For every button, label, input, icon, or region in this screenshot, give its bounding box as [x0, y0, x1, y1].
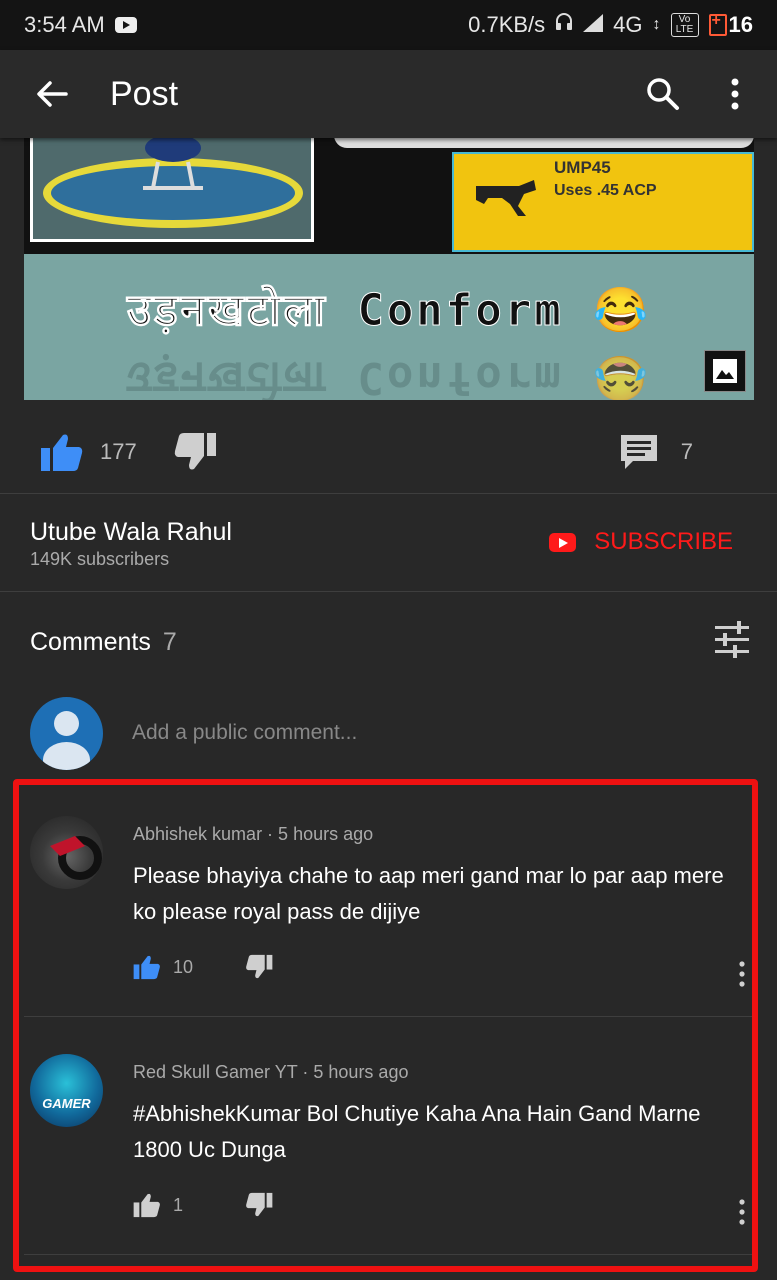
- arrow-left-icon: [37, 81, 68, 107]
- user-avatar: [30, 697, 103, 770]
- gun-icon: [476, 180, 536, 216]
- page-title: Post: [110, 74, 179, 113]
- add-comment-input[interactable]: Add a public comment...: [132, 721, 732, 745]
- comments-header: Comments 7: [30, 628, 177, 657]
- battery-icon: [708, 12, 727, 36]
- battery-level: 16: [728, 12, 753, 37]
- like-button[interactable]: 177: [40, 432, 137, 472]
- banner-text: उड़नखटोला Conform 😂: [126, 285, 652, 337]
- dislike-button[interactable]: [173, 432, 217, 472]
- more-options-button[interactable]: [707, 66, 763, 122]
- image-badge: [704, 350, 746, 392]
- comment-count: 7: [680, 438, 693, 464]
- youtube-notification-icon: [114, 17, 137, 33]
- comments-button[interactable]: 7: [619, 433, 693, 471]
- like-count: 177: [100, 438, 137, 464]
- network-type: 4G: [613, 12, 643, 37]
- headphones-icon: [555, 12, 573, 38]
- subscribe-label: SUBSCRIBE: [594, 528, 733, 555]
- signal-icon: [583, 12, 604, 38]
- search-icon: [647, 78, 679, 110]
- back-button[interactable]: [22, 64, 82, 124]
- status-time: 3:54 AM: [24, 12, 105, 37]
- comments-count: 7: [162, 628, 177, 656]
- add-comment-row: Add a public comment...: [30, 697, 750, 771]
- data-arrows-icon: ↕: [652, 16, 661, 33]
- search-button[interactable]: [635, 66, 691, 122]
- helicopter-thumbnail: [30, 138, 314, 242]
- post-actions: 177 7: [0, 410, 777, 494]
- channel-row: Utube Wala Rahul 149K subscribers SUBSCR…: [0, 494, 777, 592]
- image-top-area: UMP45 Uses .45 ACP: [24, 138, 754, 254]
- subscriber-count: 149K subscribers: [30, 549, 170, 569]
- comments-title: Comments: [30, 628, 151, 656]
- image-icon: [713, 359, 737, 383]
- tune-sliders-icon: [715, 621, 749, 658]
- more-vertical-icon: [731, 78, 739, 110]
- helicopter-icon: [143, 138, 203, 190]
- post-image[interactable]: UMP45 Uses .45 ACP उड़नखटोला Conform 😂 उ…: [24, 138, 754, 400]
- weapon-card: UMP45 Uses .45 ACP: [452, 152, 754, 252]
- banner-reflection: उड़नखटोला Conform 😂: [126, 352, 652, 400]
- comment-icon: [620, 434, 657, 469]
- status-bar: 3:54 AM 0.7KB/s 4G ↕ Vo LTE 16: [0, 0, 777, 50]
- network-speed: 0.7KB/s: [468, 12, 546, 37]
- thumbs-up-icon: [41, 434, 83, 471]
- youtube-logo-icon: [549, 532, 577, 552]
- channel-name[interactable]: Utube Wala Rahul: [30, 518, 232, 547]
- highlight-box: [13, 779, 758, 1272]
- image-searchbar-shape: [334, 138, 754, 148]
- sort-comments-button[interactable]: [713, 620, 751, 658]
- volte-icon: Vo LTE: [670, 13, 699, 37]
- subscribe-button[interactable]: SUBSCRIBE: [549, 528, 733, 556]
- thumbs-down-icon: [174, 432, 216, 469]
- app-bar: Post: [0, 50, 777, 138]
- weapon-name: UMP45: [554, 158, 611, 177]
- weapon-ammo: Uses .45 ACP: [554, 182, 657, 199]
